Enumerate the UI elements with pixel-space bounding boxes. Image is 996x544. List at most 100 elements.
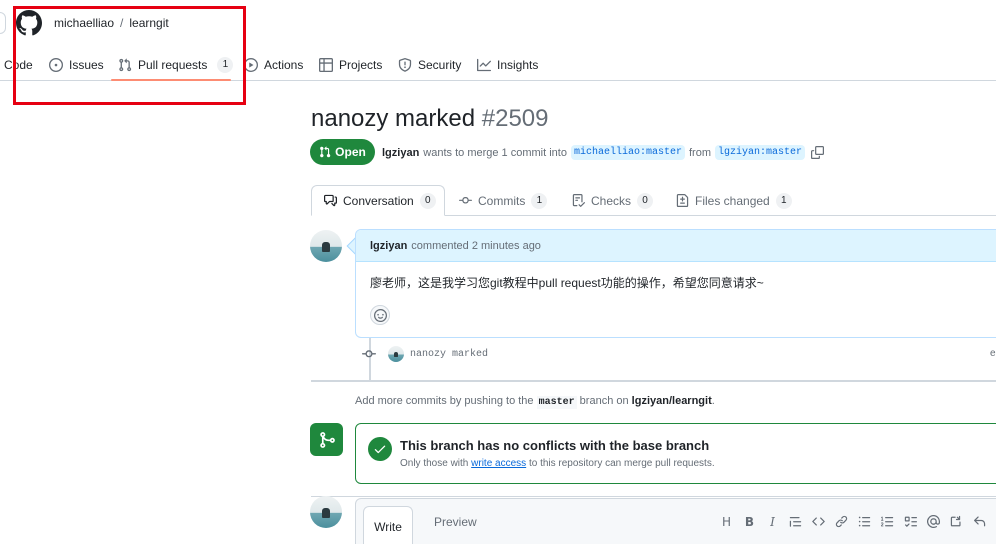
code-icon xyxy=(812,517,825,526)
checklist-icon xyxy=(572,194,585,207)
git-commit-icon xyxy=(459,197,472,204)
code-button[interactable] xyxy=(810,513,827,530)
graph-icon xyxy=(477,58,491,72)
github-logo-icon[interactable] xyxy=(16,10,42,36)
list-ordered-icon xyxy=(881,516,894,527)
commit-hash-link[interactable]: e xyxy=(990,348,996,359)
comment-header: lgziyan commented 2 minutes ago xyxy=(356,230,996,262)
pr-number: #2509 xyxy=(481,105,549,132)
editor-toolbar: H B I xyxy=(718,513,988,530)
commit-author-avatar[interactable] xyxy=(388,346,404,362)
push-hint-middle: branch on xyxy=(579,395,629,407)
tab-checks-label: Checks xyxy=(591,193,632,208)
list-unordered-icon xyxy=(858,516,871,527)
tab-checks[interactable]: Checks 0 xyxy=(572,185,654,216)
nav-issues[interactable]: Issues xyxy=(49,50,104,80)
nav-issues-label: Issues xyxy=(69,58,104,72)
pull-request-icon xyxy=(320,146,331,158)
nav-security-label: Security xyxy=(418,58,462,72)
nav-pull-requests-label: Pull requests xyxy=(138,58,208,72)
tab-commits-label: Commits xyxy=(478,193,526,208)
pr-state-badge: Open xyxy=(310,139,375,165)
write-tab[interactable]: Write xyxy=(363,506,413,544)
pr-state-label: Open xyxy=(335,145,366,159)
tab-commits-count: 1 xyxy=(531,192,548,209)
quote-button[interactable] xyxy=(787,513,804,530)
italic-button[interactable]: I xyxy=(764,513,781,530)
commit-message-link[interactable]: nanozy marked xyxy=(410,349,488,360)
add-reaction-button[interactable] xyxy=(370,305,390,325)
head-branch-label[interactable]: lgziyan:master xyxy=(715,145,806,160)
merge-status-title: This branch has no conflicts with the ba… xyxy=(400,438,710,453)
mention-icon xyxy=(927,515,940,528)
preview-tab[interactable]: Preview xyxy=(434,506,477,537)
tab-commits[interactable]: Commits 1 xyxy=(459,185,548,216)
base-branch-label[interactable]: michaelliao:master xyxy=(570,145,685,160)
repo-header: michaelliao / learngit Code Issues Pull … xyxy=(0,0,996,81)
push-hint-prefix: Add more commits by pushing to the xyxy=(355,395,534,407)
tab-files-changed-count: 1 xyxy=(775,192,792,209)
tab-files-changed-label: Files changed xyxy=(695,193,770,208)
merge-status-icon-box xyxy=(310,423,343,456)
check-circle-icon xyxy=(368,437,392,461)
unordered-list-button[interactable] xyxy=(856,513,873,530)
play-icon xyxy=(244,58,258,72)
comment-discussion-icon xyxy=(324,194,337,207)
nav-actions[interactable]: Actions xyxy=(244,50,303,80)
nav-security[interactable]: Security xyxy=(398,50,461,80)
file-diff-icon xyxy=(676,194,689,207)
push-hint-repo-link[interactable]: lgziyan/learngit xyxy=(632,395,712,407)
ordered-list-button[interactable] xyxy=(879,513,896,530)
comment-author-avatar[interactable] xyxy=(310,230,342,262)
tasklist-icon xyxy=(904,516,917,527)
pr-author-link[interactable]: lgziyan xyxy=(382,147,419,159)
bold-button[interactable]: B xyxy=(741,513,758,530)
link-icon xyxy=(835,515,848,528)
heading-button[interactable]: H xyxy=(718,513,735,530)
tab-conversation-label: Conversation xyxy=(343,193,414,208)
nav-projects[interactable]: Projects xyxy=(319,50,382,80)
tab-files-changed[interactable]: Files changed 1 xyxy=(676,185,792,216)
breadcrumb-owner-link[interactable]: michaelliao xyxy=(54,16,114,30)
pr-merge-summary: lgziyan wants to merge 1 commit into mic… xyxy=(382,145,825,160)
comment-card: lgziyan commented 2 minutes ago 廖老师，这是我学… xyxy=(355,229,996,338)
timeline-divider-2 xyxy=(311,496,996,497)
breadcrumb-repo-link[interactable]: learngit xyxy=(129,16,168,30)
comment-author-link[interactable]: lgziyan xyxy=(370,240,407,252)
nav-active-underline xyxy=(111,79,231,81)
comment-body: 廖老师，这是我学习您git教程中pull request功能的操作，希望您同意请… xyxy=(370,276,764,290)
pr-from-text: from xyxy=(689,146,711,159)
nav-code[interactable]: Code xyxy=(4,50,33,80)
undo-button[interactable] xyxy=(971,513,988,530)
cross-reference-icon xyxy=(950,515,961,527)
menu-button[interactable] xyxy=(0,12,6,34)
smiley-icon xyxy=(373,308,387,322)
table-icon xyxy=(319,58,333,72)
merge-sub-suffix: to this repository can merge pull reques… xyxy=(528,458,715,469)
pr-title: nanozy marked #2509 xyxy=(311,103,549,135)
nav-insights[interactable]: Insights xyxy=(477,50,538,80)
timeline-divider xyxy=(311,380,996,382)
nav-pull-requests[interactable]: Pull requests 1 xyxy=(118,50,234,80)
cross-reference-button[interactable] xyxy=(948,513,965,530)
copy-icon[interactable] xyxy=(811,146,825,159)
mention-button[interactable] xyxy=(925,513,942,530)
tab-conversation[interactable]: Conversation 0 xyxy=(311,185,445,216)
tab-conversation-count: 0 xyxy=(419,192,436,209)
write-access-link[interactable]: write access xyxy=(471,458,526,469)
task-list-button[interactable] xyxy=(902,513,919,530)
nav-code-label: Code xyxy=(4,58,33,72)
push-hint: Add more commits by pushing to the maste… xyxy=(355,395,715,409)
pull-requests-count-badge: 1 xyxy=(217,57,234,73)
current-user-avatar[interactable] xyxy=(310,496,342,528)
nav-insights-label: Insights xyxy=(497,58,539,72)
merge-status-subtitle: Only those with write access to this rep… xyxy=(400,458,715,469)
comment-editor: Write Preview H B I xyxy=(355,498,996,544)
push-hint-suffix: . xyxy=(711,395,715,407)
breadcrumb: michaelliao / learngit xyxy=(54,16,169,30)
pr-merge-text: wants to merge 1 commit into xyxy=(423,146,567,159)
pull-request-icon xyxy=(119,58,132,72)
comment-meta: commented 2 minutes ago xyxy=(411,239,541,252)
link-button[interactable] xyxy=(833,513,850,530)
breadcrumb-separator: / xyxy=(120,16,124,30)
